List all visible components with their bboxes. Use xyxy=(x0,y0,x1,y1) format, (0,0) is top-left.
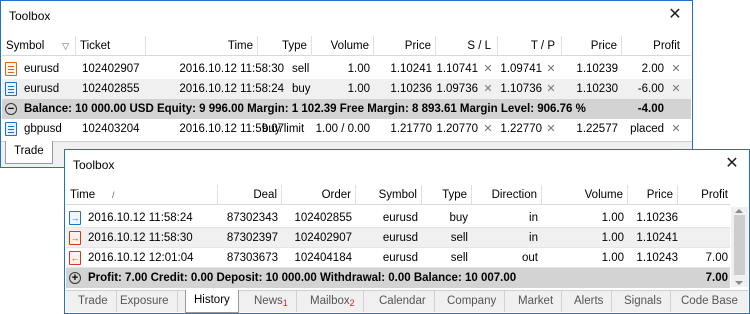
history-summary-row: + Profit: 7.00 Credit: 0.00 Deposit: 10 … xyxy=(66,268,730,288)
title-bar[interactable]: Toolbox ✕ xyxy=(65,150,749,181)
delete-order-icon[interactable]: ✕ xyxy=(670,119,684,139)
col-header-time[interactable]: Time / xyxy=(66,185,218,205)
table-row[interactable]: eurusd 102402855 2016.10.12 11:58:24 buy… xyxy=(2,79,691,99)
deal-in-icon: → xyxy=(69,211,81,225)
col-header-type[interactable]: Type xyxy=(422,185,472,205)
remove-tp-icon[interactable]: ✕ xyxy=(545,59,559,79)
col-header-profit[interactable]: Profit xyxy=(678,185,732,205)
remove-sl-icon[interactable]: ✕ xyxy=(482,119,496,139)
col-header-symbol[interactable]: Symbol xyxy=(356,185,422,205)
col-header-ticket[interactable]: Ticket xyxy=(76,36,146,56)
col-header-price[interactable]: Price xyxy=(628,185,678,205)
tab-market[interactable]: Market xyxy=(510,291,563,312)
scroll-up-icon[interactable] xyxy=(735,209,743,213)
close-icon[interactable]: ✕ xyxy=(723,155,741,173)
col-header-deal[interactable]: Deal xyxy=(218,185,282,205)
sell-order-icon xyxy=(5,62,17,76)
table-row[interactable]: → 2016.10.12 11:58:24 87302343 102402855… xyxy=(66,208,730,228)
table-row[interactable]: gbpusd 102403204 2016.10.12 11:59:07 buy… xyxy=(2,119,691,139)
remove-sl-icon[interactable]: ✕ xyxy=(482,59,496,79)
table-header: Symbol ▽ Ticket Time Type Volume Price S… xyxy=(2,36,691,56)
mailbox-badge: 2 xyxy=(349,298,355,308)
col-header-volume[interactable]: Volume xyxy=(312,36,374,56)
total-profit: 7.00 xyxy=(705,272,728,284)
vertical-scrollbar[interactable] xyxy=(731,207,748,287)
tab-exposure[interactable]: Exposure xyxy=(112,291,178,312)
window-title: Toolbox xyxy=(9,9,51,23)
history-summary-text: Profit: 7.00 Credit: 0.00 Deposit: 10 00… xyxy=(88,272,517,284)
close-position-icon[interactable]: ✕ xyxy=(670,79,684,99)
tab-trade[interactable]: Trade xyxy=(70,291,117,312)
tab-alerts[interactable]: Alerts xyxy=(566,291,613,312)
table-row[interactable]: ← 2016.10.12 12:01:04 87303673 102404184… xyxy=(66,248,730,268)
table-row[interactable]: → 2016.10.12 11:58:30 87302397 102402907… xyxy=(66,228,730,248)
tab-calendar[interactable]: Calendar xyxy=(371,291,435,312)
toolbox-history-window: Toolbox ✕ Time / Deal Order Symbol Type … xyxy=(64,149,750,314)
expand-icon[interactable]: + xyxy=(69,272,81,284)
tab-signals[interactable]: Signals xyxy=(616,291,671,312)
remove-tp-icon[interactable]: ✕ xyxy=(545,79,559,99)
sort-arrow-icon: ▽ xyxy=(62,41,69,51)
remove-tp-icon[interactable]: ✕ xyxy=(545,119,559,139)
close-icon[interactable]: ✕ xyxy=(666,6,684,24)
tab-company[interactable]: Company xyxy=(439,291,506,312)
collapse-icon[interactable]: − xyxy=(5,103,17,115)
tab-trade[interactable]: Trade xyxy=(5,141,53,164)
buy-order-icon xyxy=(5,82,17,96)
sort-arrow-icon: / xyxy=(112,190,115,200)
col-header-order[interactable]: Order xyxy=(282,185,356,205)
toolbox-trade-window: Toolbox ✕ Symbol ▽ Ticket Time Type Volu… xyxy=(0,0,693,168)
close-position-icon[interactable]: ✕ xyxy=(670,59,684,79)
window-title: Toolbox xyxy=(73,158,115,172)
account-summary-text: Balance: 10 000.00 USD Equity: 9 996.00 … xyxy=(24,103,586,115)
tab-bar: Trade Exposure History News1 Mailbox2 Ca… xyxy=(66,290,748,313)
col-header-profit[interactable]: Profit xyxy=(622,36,692,56)
deal-in-icon: → xyxy=(69,231,81,245)
scroll-down-icon[interactable] xyxy=(735,281,743,285)
col-header-time[interactable]: Time xyxy=(146,36,258,56)
tab-news[interactable]: News1 xyxy=(246,291,297,312)
col-header-volume[interactable]: Volume xyxy=(542,185,628,205)
scroll-thumb[interactable] xyxy=(734,215,745,275)
remove-sl-icon[interactable]: ✕ xyxy=(482,79,496,99)
table-header: Time / Deal Order Symbol Type Direction … xyxy=(66,185,730,205)
deal-out-icon: ← xyxy=(69,251,81,265)
tab-mailbox[interactable]: Mailbox2 xyxy=(302,291,364,312)
col-header-current-price[interactable]: Price xyxy=(562,36,622,56)
col-header-sl[interactable]: S / L xyxy=(436,36,498,56)
title-bar[interactable]: Toolbox ✕ xyxy=(1,1,692,32)
news-badge: 1 xyxy=(282,298,288,308)
col-header-type[interactable]: Type xyxy=(258,36,312,56)
tab-history[interactable]: History xyxy=(185,290,239,313)
col-header-price[interactable]: Price xyxy=(374,36,436,56)
col-header-symbol[interactable]: Symbol ▽ xyxy=(2,36,76,56)
tab-code-base[interactable]: Code Base xyxy=(673,291,746,312)
table-row[interactable]: eurusd 102402907 2016.10.12 11:58:30 sel… xyxy=(2,59,691,79)
pending-order-icon xyxy=(5,122,17,136)
col-header-direction[interactable]: Direction xyxy=(472,185,542,205)
total-profit: -4.00 xyxy=(637,103,664,115)
col-header-tp[interactable]: T / P xyxy=(498,36,562,56)
account-summary-row: − Balance: 10 000.00 USD Equity: 9 996.0… xyxy=(2,99,691,119)
